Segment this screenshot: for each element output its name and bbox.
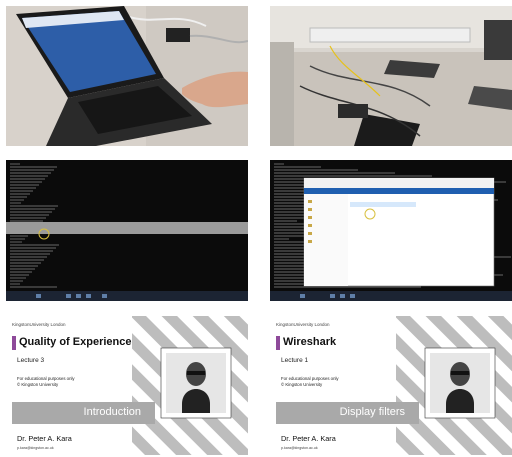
author-name: Dr. Peter A. Kara bbox=[281, 434, 336, 443]
explorer-screenshot bbox=[270, 160, 512, 301]
author-email: p.kara@kingston.ac.uk bbox=[281, 446, 318, 450]
accent-bar bbox=[12, 336, 16, 350]
accent-bar bbox=[276, 336, 280, 350]
copyright-note: © Kingston University bbox=[281, 382, 323, 387]
lecture-number: Lecture 3 bbox=[17, 357, 45, 364]
topic-label: Display filters bbox=[339, 406, 405, 418]
topic-label: Introduction bbox=[83, 406, 141, 418]
topic-band: Introduction bbox=[12, 402, 155, 424]
university-logo: KingstonUniversity London bbox=[276, 322, 330, 327]
lab-cabling-photo bbox=[270, 6, 512, 146]
topic-band: Display filters bbox=[276, 402, 419, 424]
terminal-screenshot bbox=[6, 160, 248, 301]
lecture-number: Lecture 1 bbox=[281, 357, 309, 364]
usage-note: For educational purposes only bbox=[281, 376, 339, 381]
usage-note: For educational purposes only bbox=[17, 376, 75, 381]
university-logo: KingstonUniversity London bbox=[12, 322, 66, 327]
slide-title: Wireshark bbox=[283, 336, 337, 348]
slide-wireshark: KingstonUniversity London Wireshark Lect… bbox=[270, 316, 512, 455]
author-name: Dr. Peter A. Kara bbox=[17, 434, 72, 443]
laptop-photo bbox=[6, 6, 248, 146]
slide-title: Quality of Experience bbox=[19, 336, 132, 348]
author-email: p.kara@kingston.ac.uk bbox=[17, 446, 54, 450]
copyright-note: © Kingston University bbox=[17, 382, 59, 387]
slide-quality-of-experience: KingstonUniversity London Quality of Exp… bbox=[6, 316, 248, 455]
